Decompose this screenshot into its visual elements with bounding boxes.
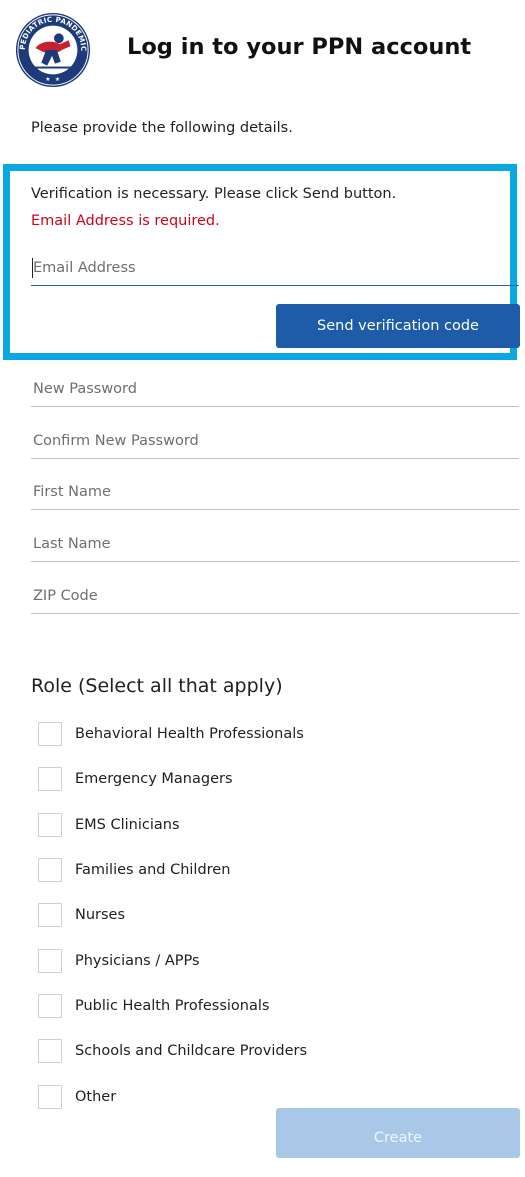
role-heading: Role (Select all that apply)	[31, 675, 283, 697]
last-name-field[interactable]	[31, 532, 519, 562]
role-label: EMS Clinicians	[75, 817, 180, 833]
role-label: Families and Children	[75, 862, 231, 878]
role-checkbox[interactable]	[38, 722, 62, 746]
role-option-families-children[interactable]: Families and Children	[38, 857, 230, 883]
role-checkbox[interactable]	[38, 1039, 62, 1063]
new-password-field[interactable]	[31, 377, 519, 407]
role-label: Schools and Childcare Providers	[75, 1043, 308, 1059]
send-verification-code-button[interactable]: Send verification code	[276, 304, 520, 348]
role-label: Public Health Professionals	[75, 998, 270, 1014]
role-checkbox[interactable]	[38, 1085, 62, 1109]
role-label: Other	[75, 1089, 117, 1105]
email-field[interactable]	[31, 256, 519, 286]
role-label: Physicians / APPs	[75, 953, 200, 969]
role-option-other[interactable]: Other	[38, 1084, 116, 1110]
svg-text:★: ★	[55, 76, 60, 83]
role-label: Nurses	[75, 907, 126, 923]
role-option-physicians-apps[interactable]: Physicians / APPs	[38, 948, 200, 974]
role-checkbox[interactable]	[38, 813, 62, 837]
ppn-logo: PEDIATRIC PANDEMIC NETWORK ★ ★	[14, 11, 91, 88]
role-option-nurses[interactable]: Nurses	[38, 902, 125, 928]
role-label: Emergency Managers	[75, 771, 233, 787]
text-caret	[32, 258, 33, 278]
header: PEDIATRIC PANDEMIC NETWORK ★ ★	[14, 6, 92, 98]
role-checkbox[interactable]	[38, 858, 62, 882]
role-checkbox[interactable]	[38, 767, 62, 791]
role-option-public-health[interactable]: Public Health Professionals	[38, 993, 269, 1019]
confirm-password-field[interactable]	[31, 429, 519, 459]
intro-text: Please provide the following details.	[31, 120, 293, 136]
role-checkbox[interactable]	[38, 903, 62, 927]
role-option-emergency-managers[interactable]: Emergency Managers	[38, 766, 233, 792]
page-title: Log in to your PPN account	[127, 34, 472, 60]
verification-message: Verification is necessary. Please click …	[31, 186, 397, 202]
zip-code-field[interactable]	[31, 584, 519, 614]
role-option-schools-childcare[interactable]: Schools and Childcare Providers	[38, 1038, 307, 1064]
create-button[interactable]: Create	[276, 1108, 520, 1158]
svg-text:★: ★	[45, 76, 50, 83]
role-checkbox[interactable]	[38, 994, 62, 1018]
email-error-message: Email Address is required.	[31, 213, 220, 229]
role-checkbox[interactable]	[38, 949, 62, 973]
role-option-ems-clinicians[interactable]: EMS Clinicians	[38, 812, 180, 838]
first-name-field[interactable]	[31, 480, 519, 510]
role-label: Behavioral Health Professionals	[75, 726, 304, 742]
role-option-behavioral-health[interactable]: Behavioral Health Professionals	[38, 721, 304, 747]
